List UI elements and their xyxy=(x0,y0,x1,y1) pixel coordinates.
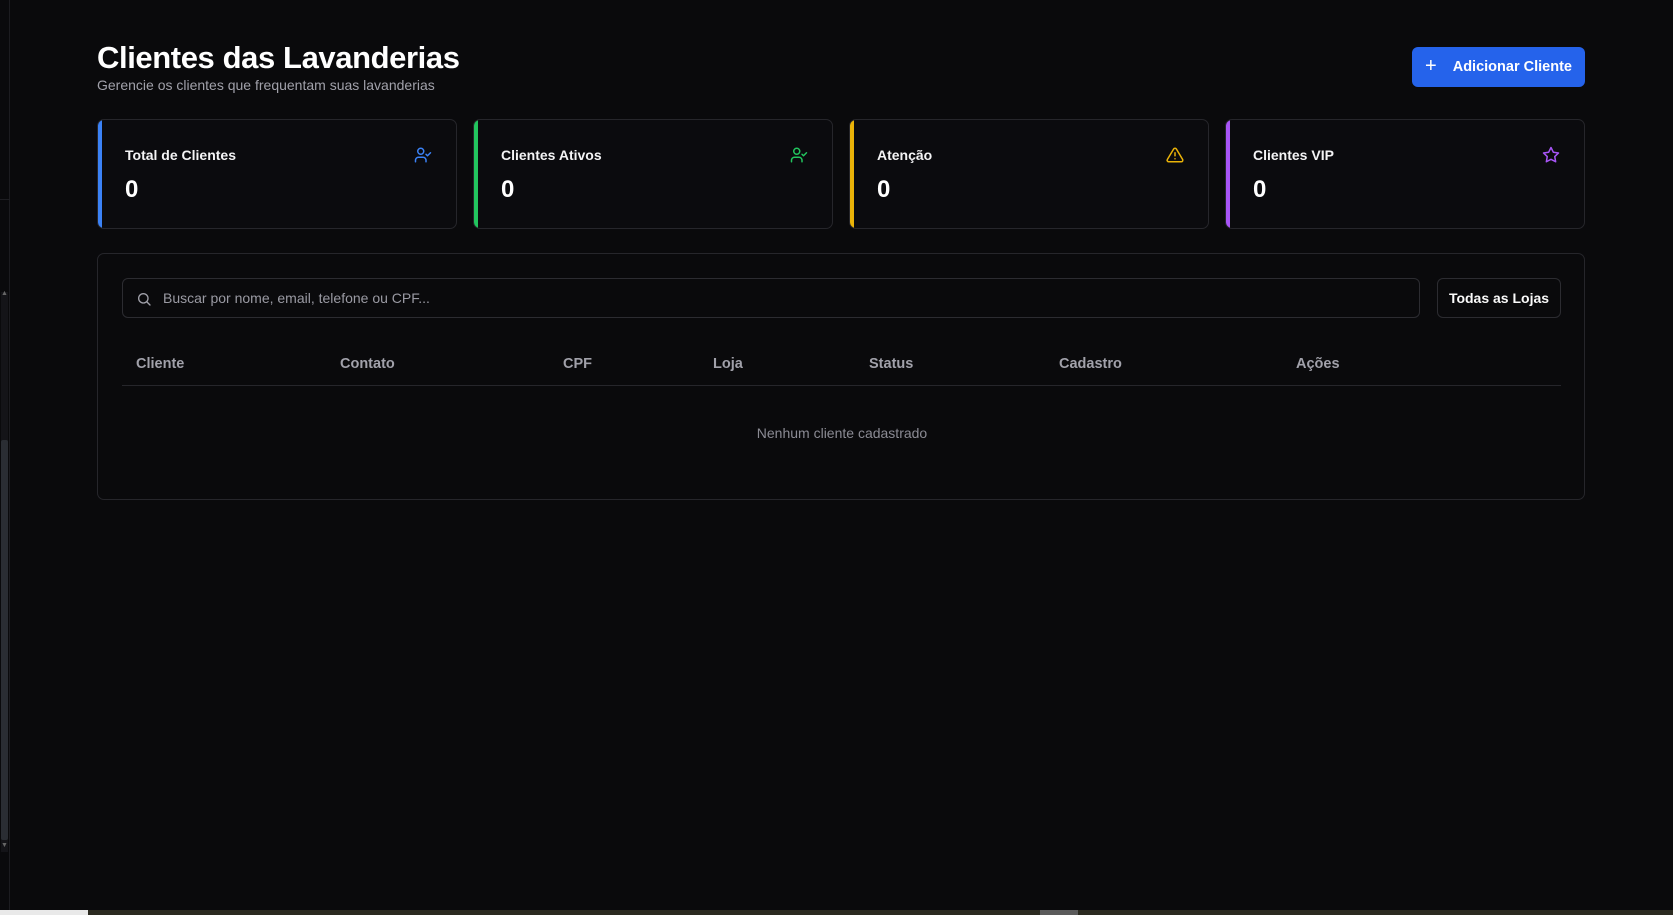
user-check-icon xyxy=(414,147,432,163)
stat-value: 0 xyxy=(501,176,515,203)
column-header-contato[interactable]: Contato xyxy=(340,356,395,372)
table-header: Cliente Contato CPF Loja Status Cadastro… xyxy=(122,356,1561,386)
star-icon xyxy=(1542,146,1560,163)
scroll-up-icon[interactable]: ▲ xyxy=(1,290,8,298)
search-input[interactable] xyxy=(163,279,1403,317)
stat-card-vip: Clientes VIP 0 xyxy=(1225,119,1585,229)
stat-card-attention: Atenção 0 xyxy=(849,119,1209,229)
stats-row: Total de Clientes 0 Clientes Ativos 0 At… xyxy=(97,119,1585,229)
column-header-loja[interactable]: Loja xyxy=(713,356,743,372)
stat-label: Total de Clientes xyxy=(125,147,236,163)
search-icon xyxy=(138,293,151,306)
column-header-cpf[interactable]: CPF xyxy=(563,356,592,372)
stat-card-active: Clientes Ativos 0 xyxy=(473,119,833,229)
left-rail: ▲ ▼ xyxy=(0,0,10,915)
stat-accent xyxy=(98,120,102,228)
add-client-label: Adicionar Cliente xyxy=(1452,59,1572,75)
stat-label: Clientes Ativos xyxy=(501,147,602,163)
column-header-acoes: Ações xyxy=(1296,356,1340,372)
add-client-button[interactable]: + Adicionar Cliente xyxy=(1412,47,1585,87)
user-check-icon xyxy=(790,147,808,163)
plus-icon: + xyxy=(1425,55,1437,77)
clients-panel: Todas as Lojas Cliente Contato CPF Loja … xyxy=(97,253,1585,500)
stat-card-total: Total de Clientes 0 xyxy=(97,119,457,229)
column-header-status[interactable]: Status xyxy=(869,356,913,372)
stat-label: Atenção xyxy=(877,147,933,163)
empty-state-message: Nenhum cliente cadastrado xyxy=(756,425,928,441)
stat-accent xyxy=(474,120,478,228)
scrollbar-thumb[interactable] xyxy=(1,440,8,840)
search-box[interactable] xyxy=(122,278,1420,318)
page-header: Clientes das Lavanderias Gerencie os cli… xyxy=(97,40,1585,100)
taskbar-segment xyxy=(0,910,88,915)
horizontal-scroll-thumb[interactable] xyxy=(1040,910,1078,915)
stat-accent xyxy=(850,120,854,228)
column-header-cadastro[interactable]: Cadastro xyxy=(1059,356,1122,372)
bottom-taskbar-strip xyxy=(0,910,1673,915)
warning-icon xyxy=(1166,147,1184,163)
stat-accent xyxy=(1226,120,1230,228)
page-subtitle: Gerencie os clientes que frequentam suas… xyxy=(97,77,435,93)
stat-value: 0 xyxy=(125,176,139,203)
column-header-cliente[interactable]: Cliente xyxy=(136,356,184,372)
rail-divider xyxy=(0,199,10,200)
stat-value: 0 xyxy=(877,176,891,203)
stat-value: 0 xyxy=(1253,176,1267,203)
page-title: Clientes das Lavanderias xyxy=(97,40,460,75)
scroll-down-icon[interactable]: ▼ xyxy=(1,842,8,850)
store-filter-select[interactable]: Todas as Lojas xyxy=(1437,278,1561,318)
stat-label: Clientes VIP xyxy=(1253,147,1334,163)
